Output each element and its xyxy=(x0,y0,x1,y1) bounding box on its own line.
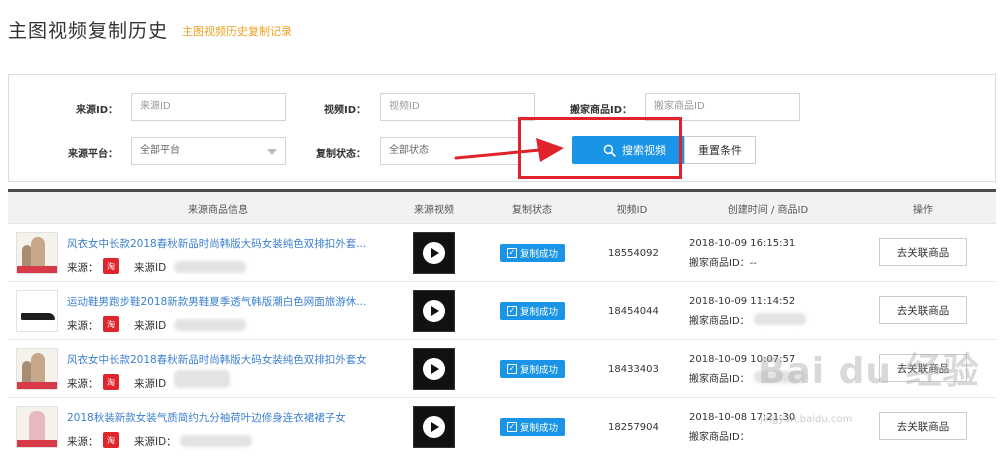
video-id: 18554092 xyxy=(608,248,659,259)
platform-select[interactable]: 全部平台 xyxy=(131,137,286,165)
taobao-logo-icon: 淘 xyxy=(103,316,119,332)
play-icon xyxy=(423,358,445,380)
status-select-value: 全部状态 xyxy=(389,145,429,156)
product-title-link[interactable]: 运动鞋男跑步鞋2018新款男鞋夏季透气韩版潮白色网面旅游休... xyxy=(67,294,366,309)
video-id-label: 视频ID： xyxy=(323,105,366,116)
source-label: 来源： xyxy=(67,436,99,448)
source-video-thumbnail[interactable] xyxy=(413,406,455,448)
source-label: 来源： xyxy=(67,378,99,390)
copy-status-text: 复制成功 xyxy=(519,365,558,376)
taobao-logo-icon: 淘 xyxy=(103,258,119,274)
copy-status-text: 复制成功 xyxy=(519,307,558,318)
link-product-button[interactable]: 去关联商品 xyxy=(879,412,967,440)
copy-status-badge: ✓ 复制成功 xyxy=(500,418,565,436)
play-icon xyxy=(423,416,445,438)
source-label: 来源： xyxy=(67,262,99,274)
source-id-label: 来源ID： xyxy=(75,105,118,116)
table-row: 运动鞋男跑步鞋2018新款男鞋夏季透气韩版潮白色网面旅游休... 来源： 淘 来… xyxy=(8,282,996,340)
redacted-source-id xyxy=(174,370,230,388)
table-header: 来源商品信息 来源视频 复制状态 视频ID 创建时间 / 商品ID 操作 xyxy=(8,192,996,224)
page-title: 主图视频复制历史 xyxy=(8,20,169,42)
product-title-link[interactable]: 风衣女中长款2018春秋新品时尚韩版大码女装纯色双排扣外套... xyxy=(67,236,366,251)
chevron-down-icon xyxy=(267,149,277,155)
redacted-source-id xyxy=(174,319,246,331)
copy-status-badge: ✓ 复制成功 xyxy=(500,302,565,320)
column-header-action: 操作 xyxy=(913,205,933,216)
product-title-link[interactable]: 风衣女中长款2018春秋新品时尚韩版大码女装纯色双排扣外套女 xyxy=(67,352,367,367)
created-time: 2018-10-09 16:15:31 xyxy=(689,238,796,249)
link-product-button[interactable]: 去关联商品 xyxy=(879,296,967,324)
redacted-source-id xyxy=(174,261,246,273)
source-label: 来源： xyxy=(67,320,99,332)
move-product-id: 搬家商品ID： xyxy=(689,316,750,327)
table-row: 风衣女中长款2018春秋新品时尚韩版大码女装纯色双排扣外套... 来源： 淘 来… xyxy=(8,224,996,282)
play-icon xyxy=(423,242,445,264)
checkbox-icon: ✓ xyxy=(506,364,517,374)
source-id-label: 来源ID xyxy=(134,378,167,390)
video-id: 18433403 xyxy=(608,364,659,375)
video-id: 18454044 xyxy=(608,306,659,317)
source-id-label: 来源ID xyxy=(134,262,167,274)
product-title-link[interactable]: 2018秋装新款女装气质简约九分袖荷叶边修身连衣裙裙子女 xyxy=(67,410,346,425)
move-product-id: 搬家商品ID： xyxy=(689,374,750,385)
taobao-logo-icon: 淘 xyxy=(103,374,119,390)
product-thumbnail[interactable] xyxy=(16,348,58,390)
video-id-input[interactable]: 视频ID xyxy=(380,93,535,121)
source-video-thumbnail[interactable] xyxy=(413,232,455,274)
video-id: 18257904 xyxy=(608,422,659,433)
column-header-source-product: 来源商品信息 xyxy=(188,205,248,216)
source-id-input[interactable]: 来源ID xyxy=(131,93,286,121)
redacted-source-id xyxy=(180,435,252,447)
column-header-copy-status: 复制状态 xyxy=(512,205,552,216)
created-time: 2018-10-09 11:14:52 xyxy=(689,296,796,307)
checkbox-icon: ✓ xyxy=(506,248,517,258)
move-product-id: 搬家商品ID： xyxy=(689,432,750,443)
platform-label: 来源平台： xyxy=(68,149,118,160)
copy-status-text: 复制成功 xyxy=(519,249,558,260)
baidu-watermark: Bai du 经验 xyxy=(758,351,980,392)
source-video-thumbnail[interactable] xyxy=(413,348,455,390)
redacted-move-id xyxy=(754,313,806,325)
source-video-thumbnail[interactable] xyxy=(413,290,455,332)
checkbox-icon: ✓ xyxy=(506,306,517,316)
platform-select-value: 全部平台 xyxy=(140,145,180,156)
link-product-button[interactable]: 去关联商品 xyxy=(879,238,967,266)
red-arrow-icon xyxy=(454,138,564,162)
column-header-video-id: 视频ID xyxy=(616,205,648,216)
table-row: 2018秋装新款女装气质简约九分袖荷叶边修身连衣裙裙子女 来源： 淘 来源ID：… xyxy=(8,398,996,458)
copy-status-text: 复制成功 xyxy=(519,423,558,434)
status-label: 复制状态： xyxy=(316,149,366,160)
column-header-created-time: 创建时间 / 商品ID xyxy=(727,205,809,216)
product-thumbnail[interactable] xyxy=(16,232,58,274)
product-thumbnail[interactable] xyxy=(16,406,58,448)
play-icon xyxy=(423,300,445,322)
source-id-label: 来源ID xyxy=(134,320,167,332)
copy-status-badge: ✓ 复制成功 xyxy=(500,360,565,378)
checkbox-icon: ✓ xyxy=(506,422,517,432)
baidu-watermark-url: jingyan.baidu.com xyxy=(760,414,853,425)
source-id-label: 来源ID： xyxy=(134,436,177,448)
move-product-id-label: 搬家商品ID： xyxy=(569,105,632,116)
copy-status-badge: ✓ 复制成功 xyxy=(500,244,565,262)
move-product-id: 搬家商品ID：-- xyxy=(689,258,757,269)
page-subtitle: 主图视频历史复制记录 xyxy=(182,25,292,38)
reset-conditions-button[interactable]: 重置条件 xyxy=(684,136,756,164)
column-header-source-video: 来源视频 xyxy=(414,205,454,216)
taobao-logo-icon: 淘 xyxy=(103,432,119,448)
product-thumbnail[interactable] xyxy=(16,290,58,332)
